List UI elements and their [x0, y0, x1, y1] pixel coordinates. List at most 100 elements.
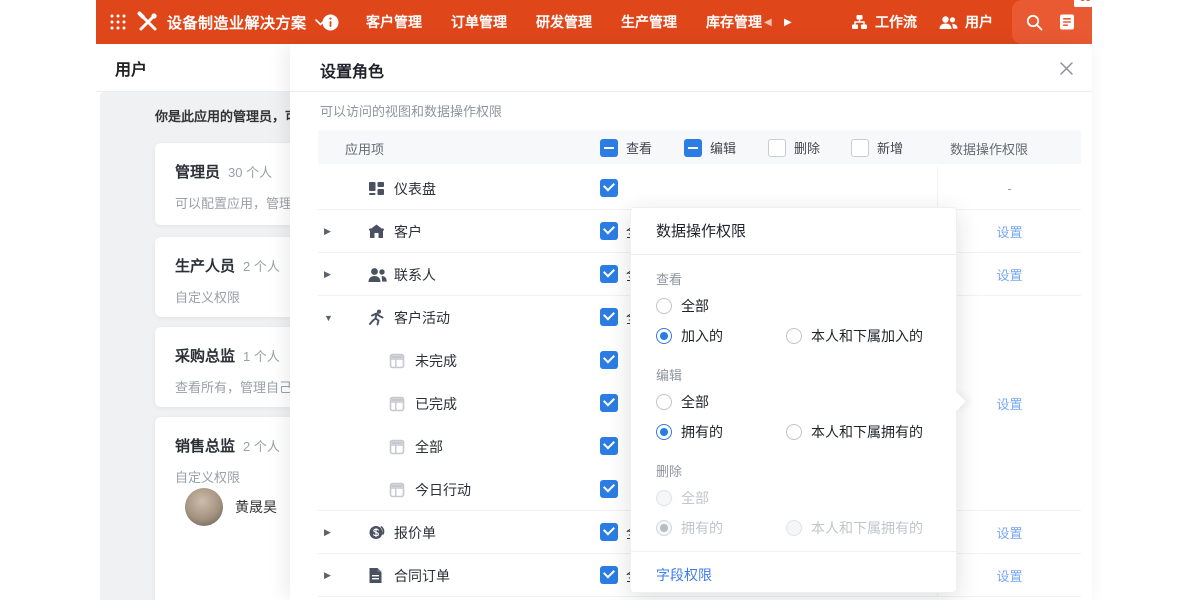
radio-label: 全部	[681, 392, 709, 412]
row-label: 未完成	[415, 339, 457, 382]
radio-icon	[786, 424, 802, 440]
nav-workflow[interactable]: 工作流	[851, 0, 917, 44]
caret-down-icon[interactable]: ▼	[324, 296, 333, 339]
set-permission-link[interactable]: 设置	[996, 394, 1022, 413]
view-checkbox[interactable]	[600, 351, 618, 369]
close-icon[interactable]	[1056, 58, 1076, 78]
data-perm-cell: -	[937, 167, 1081, 210]
view-checkbox[interactable]	[600, 437, 618, 455]
view-checkbox[interactable]	[600, 265, 618, 283]
radio-option[interactable]: 加入的	[656, 326, 723, 346]
radio-option: 全部	[656, 488, 709, 508]
view-checkbox[interactable]	[600, 308, 618, 326]
row-label: 今日行动	[415, 468, 471, 511]
radio-label: 全部	[681, 488, 709, 508]
search-button[interactable]	[1026, 0, 1043, 44]
role-name: 销售总监	[175, 438, 235, 455]
nav-scroll-right-icon[interactable]: ▶	[784, 0, 792, 44]
modal-title: 设置角色	[320, 58, 384, 82]
nav-menu-item[interactable]: 生产管理	[621, 0, 677, 44]
info-button[interactable]	[322, 0, 339, 44]
header-perm-group: 删除	[768, 138, 820, 157]
row-label: 客户	[394, 210, 422, 253]
popover-section-label: 查看	[656, 269, 936, 287]
nav-users-label: 用户	[965, 12, 993, 32]
view-checkbox[interactable]	[600, 523, 618, 541]
role-count: 30 个人	[228, 165, 272, 180]
popover-option-row: 拥有的本人和下属拥有的	[656, 513, 936, 543]
caret-right-icon[interactable]: ▶	[324, 554, 331, 597]
nav-menu-item[interactable]: 研发管理	[536, 0, 592, 44]
notifications-button[interactable]: 99+	[1058, 0, 1076, 44]
popover-footer: 字段权限	[631, 551, 956, 598]
view-checkbox[interactable]	[600, 179, 618, 197]
caret-right-icon[interactable]: ▶	[324, 210, 331, 253]
data-perm-cell	[937, 425, 1081, 468]
quote-icon	[368, 511, 385, 554]
app-switcher[interactable]: 设备制造业解决方案	[137, 0, 326, 44]
set-permission-link[interactable]: 设置	[996, 222, 1022, 241]
set-permission-link[interactable]: 设置	[996, 523, 1022, 542]
avatar	[185, 488, 223, 526]
view-icon	[389, 468, 405, 511]
nav-menu-item[interactable]: 客户管理	[366, 0, 422, 44]
popover-option-row: 全部	[656, 387, 936, 417]
field-permission-link[interactable]: 字段权限	[656, 567, 712, 583]
caret-right-icon[interactable]: ▶	[324, 253, 331, 296]
radio-label: 本人和下属拥有的	[811, 518, 923, 538]
apps-grid-icon	[110, 14, 126, 30]
nav-scroll-left-icon[interactable]: ◀	[764, 0, 772, 44]
header-perm-group: 查看	[600, 138, 652, 157]
info-icon	[322, 14, 339, 31]
radio-option[interactable]: 全部	[656, 392, 709, 412]
radio-option[interactable]: 本人和下属加入的	[786, 326, 923, 346]
radio-icon	[786, 520, 802, 536]
column-header-data-perm: 数据操作权限	[950, 139, 1028, 158]
header-checkbox-3[interactable]	[768, 139, 786, 157]
users-page: 用户 你是此应用的管理员，可 管理员30 个人可以配置应用，管理生产人员2 个人…	[96, 44, 290, 600]
table-row: 仪表盘-	[318, 167, 1081, 210]
view-checkbox[interactable]	[600, 222, 618, 240]
header-checkbox-label: 编辑	[710, 138, 736, 157]
view-checkbox[interactable]	[600, 394, 618, 412]
row-label: 报价单	[394, 511, 436, 554]
member-list-item[interactable]: 黄晟昊	[185, 488, 277, 526]
popover-option-row: 加入的 本人和下属加入的	[656, 321, 936, 351]
caret-right-icon[interactable]: ▶	[324, 511, 331, 554]
role-count: 2 个人	[243, 259, 280, 274]
popover-title: 数据操作权限	[631, 208, 956, 255]
radio-label: 全部	[681, 296, 709, 316]
radio-label: 加入的	[681, 326, 723, 346]
data-perm-cell	[937, 339, 1081, 382]
modal-header: 设置角色	[290, 44, 1092, 92]
header-checkbox-1[interactable]	[600, 139, 618, 157]
nav-users[interactable]: 用户	[939, 0, 993, 44]
search-icon	[1026, 14, 1043, 31]
set-permission-link[interactable]: 设置	[996, 265, 1022, 284]
header-checkbox-label: 新增	[877, 138, 903, 157]
nav-menu-item[interactable]: 订单管理	[451, 0, 507, 44]
radio-icon	[656, 298, 672, 314]
header-checkbox-2[interactable]	[684, 139, 702, 157]
app-launcher-button[interactable]	[110, 0, 126, 44]
set-permission-link[interactable]: 设置	[996, 566, 1022, 585]
radio-option: 本人和下属拥有的	[786, 518, 923, 538]
radio-option[interactable]: 全部	[656, 296, 709, 316]
header-perm-group: 编辑	[684, 138, 736, 157]
role-name: 采购总监	[175, 348, 235, 365]
radio-option[interactable]: 拥有的	[656, 422, 723, 442]
radio-option[interactable]: 本人和下属拥有的	[786, 422, 923, 442]
radio-label: 本人和下属拥有的	[811, 422, 923, 442]
view-checkbox[interactable]	[600, 566, 618, 584]
view-checkbox[interactable]	[600, 480, 618, 498]
column-header-app: 应用项	[345, 139, 384, 158]
role-count: 2 个人	[243, 439, 280, 454]
nav-menu-item[interactable]: 库存管理	[706, 0, 762, 44]
role-name: 管理员	[175, 164, 220, 181]
data-perm-cell: 设置	[937, 210, 1081, 253]
header-checkbox-4[interactable]	[851, 139, 869, 157]
app-title: 设备制造业解决方案	[167, 12, 307, 33]
modal-subtitle: 可以访问的视图和数据操作权限	[320, 101, 502, 120]
nav-menu: 客户管理订单管理研发管理生产管理库存管理	[366, 0, 762, 44]
contacts-icon	[368, 253, 387, 296]
